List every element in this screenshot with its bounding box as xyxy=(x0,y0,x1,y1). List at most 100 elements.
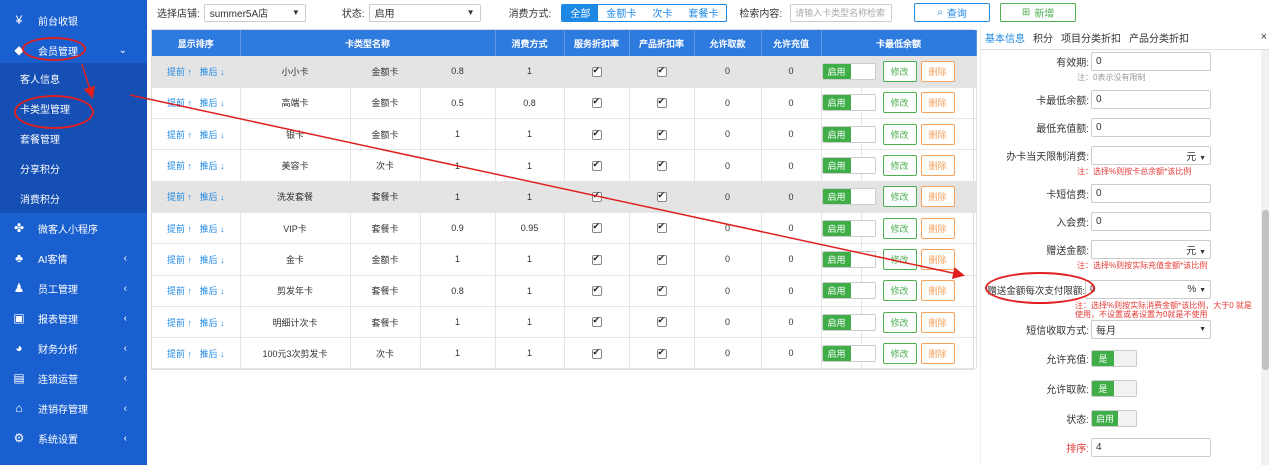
enable-toggle[interactable]: 启用 xyxy=(821,94,876,112)
move-down-link[interactable]: 推后 ↓ xyxy=(200,161,225,171)
move-down-link[interactable]: 推后 ↓ xyxy=(200,67,225,77)
edit-button[interactable]: 修改 xyxy=(882,186,917,208)
gift-limit-unit-select[interactable]: % ▼ xyxy=(1187,284,1206,295)
status-select[interactable]: 启用 ▼ xyxy=(368,3,481,22)
move-up-link[interactable]: 提前 ↑ xyxy=(167,98,192,108)
checkbox[interactable] xyxy=(591,159,602,171)
move-up-link[interactable]: 提前 ↑ xyxy=(167,130,192,140)
move-up-link[interactable]: 提前 ↑ xyxy=(167,161,192,171)
tab-amount-card[interactable]: 金额卡 xyxy=(598,5,644,21)
sidebar-subitem-customer-info[interactable]: 客人信息 xyxy=(0,63,147,93)
allow-recharge-toggle[interactable]: 是 xyxy=(1091,350,1137,367)
checkbox[interactable] xyxy=(591,284,602,297)
checkbox[interactable] xyxy=(591,221,602,234)
delete-button[interactable]: 删除 xyxy=(920,342,955,364)
move-down-link[interactable]: 推后 ↓ xyxy=(200,130,225,140)
sidebar-subitem-package[interactable]: 套餐管理 xyxy=(0,123,147,153)
move-up-link[interactable]: 提前 ↑ xyxy=(167,224,192,234)
checkbox[interactable] xyxy=(656,284,667,297)
move-up-link[interactable]: 提前 ↑ xyxy=(167,67,192,77)
gift-amount-unit-select[interactable]: 元 ▼ xyxy=(1186,242,1206,257)
edit-button[interactable]: 修改 xyxy=(882,92,917,114)
close-icon[interactable]: × xyxy=(1261,31,1267,43)
enable-toggle[interactable]: 启用 xyxy=(821,250,876,268)
gift-limit-input[interactable]: 0 % ▼ xyxy=(1085,280,1211,299)
tab-points[interactable]: 积分 xyxy=(1033,30,1053,45)
move-up-link[interactable]: 提前 ↑ xyxy=(167,192,192,202)
move-down-link[interactable]: 推后 ↓ xyxy=(200,255,225,265)
delete-button[interactable]: 删除 xyxy=(920,92,955,114)
edit-button[interactable]: 修改 xyxy=(882,248,917,270)
edit-button[interactable]: 修改 xyxy=(882,217,917,239)
checkbox[interactable] xyxy=(656,128,667,140)
move-up-link[interactable]: 提前 ↑ xyxy=(167,318,192,328)
checkbox[interactable] xyxy=(591,347,602,359)
checkbox[interactable] xyxy=(591,190,602,203)
edit-button[interactable]: 修改 xyxy=(882,60,917,82)
daily-limit-input[interactable]: 元 ▼ xyxy=(1091,146,1211,165)
tab-count-card[interactable]: 次卡 xyxy=(644,5,680,21)
sidebar-item-cashier[interactable]: ¥ 前台收银 xyxy=(0,0,147,37)
enable-toggle[interactable]: 启用 xyxy=(821,157,876,175)
move-down-link[interactable]: 推后 ↓ xyxy=(200,98,225,108)
sidebar-item-finance[interactable]: ◕ 财务分析 ‹ xyxy=(0,333,147,363)
delete-button[interactable]: 删除 xyxy=(920,155,955,177)
delete-button[interactable]: 删除 xyxy=(920,311,955,333)
tab-package-card[interactable]: 套餐卡 xyxy=(680,5,726,21)
move-down-link[interactable]: 推后 ↓ xyxy=(200,192,225,202)
min-balance-input[interactable]: 0 xyxy=(1091,90,1211,109)
sidebar-item-settings[interactable]: ⚙ 系统设置 ‹ xyxy=(0,423,147,453)
store-select[interactable]: summer5A店 ▼ xyxy=(203,3,306,22)
delete-button[interactable]: 删除 xyxy=(920,217,955,239)
enable-toggle[interactable]: 启用 xyxy=(821,313,876,331)
checkbox[interactable] xyxy=(656,315,667,328)
edit-button[interactable]: 修改 xyxy=(882,123,917,145)
sms-mode-select[interactable]: 每月 ▼ xyxy=(1091,320,1211,339)
delete-button[interactable]: 删除 xyxy=(920,248,955,270)
delete-button[interactable]: 删除 xyxy=(920,186,955,208)
sidebar-item-staff[interactable]: ♟ 员工管理 ‹ xyxy=(0,273,147,303)
checkbox[interactable] xyxy=(656,253,667,265)
daily-limit-unit-select[interactable]: 元 ▼ xyxy=(1186,148,1206,163)
sidebar-item-inventory[interactable]: ⌂ 进销存管理 ‹ xyxy=(0,393,147,423)
checkbox[interactable] xyxy=(591,96,602,109)
add-button[interactable]: ⊞ 新增 xyxy=(1000,3,1077,22)
checkbox[interactable] xyxy=(591,128,602,140)
delete-button[interactable]: 删除 xyxy=(920,123,955,145)
allow-withdraw-toggle[interactable]: 是 xyxy=(1091,380,1137,397)
tab-project-discount[interactable]: 项目分类折扣 xyxy=(1061,30,1121,45)
sidebar-item-report[interactable]: ▣ 报表管理 ‹ xyxy=(0,303,147,333)
checkbox[interactable] xyxy=(591,65,602,77)
move-down-link[interactable]: 推后 ↓ xyxy=(200,349,225,359)
checkbox[interactable] xyxy=(656,347,667,359)
validity-input[interactable]: 0 xyxy=(1091,52,1211,71)
tab-basic-info[interactable]: 基本信息 xyxy=(985,30,1025,45)
edit-button[interactable]: 修改 xyxy=(882,311,917,333)
delete-button[interactable]: 删除 xyxy=(920,60,955,82)
move-up-link[interactable]: 提前 ↑ xyxy=(167,286,192,296)
sidebar-item-miniprogram[interactable]: ✤ 微客人小程序 xyxy=(0,213,147,243)
enable-toggle[interactable]: 启用 xyxy=(821,62,876,80)
edit-button[interactable]: 修改 xyxy=(882,280,917,302)
join-fee-input[interactable]: 0 xyxy=(1091,212,1211,231)
checkbox[interactable] xyxy=(656,159,667,171)
enable-toggle[interactable]: 启用 xyxy=(821,219,876,237)
checkbox[interactable] xyxy=(591,315,602,328)
sidebar-subitem-share-points[interactable]: 分享积分 xyxy=(0,153,147,183)
move-up-link[interactable]: 提前 ↑ xyxy=(167,349,192,359)
min-recharge-input[interactable]: 0 xyxy=(1091,118,1211,137)
sidebar-item-chain[interactable]: ▤ 连锁运营 ‹ xyxy=(0,363,147,393)
sidebar-item-ai[interactable]: ♣ AI客情 ‹ xyxy=(0,243,147,273)
checkbox[interactable] xyxy=(656,65,667,77)
panel-scrollbar[interactable] xyxy=(1261,50,1269,465)
enable-toggle[interactable]: 启用 xyxy=(821,282,876,300)
tab-all[interactable]: 全部 xyxy=(562,4,599,21)
tab-product-discount[interactable]: 产品分类折扣 xyxy=(1129,30,1189,45)
delete-button[interactable]: 删除 xyxy=(920,280,955,302)
status-toggle[interactable]: 启用 xyxy=(1091,410,1137,427)
move-up-link[interactable]: 提前 ↑ xyxy=(167,255,192,265)
move-down-link[interactable]: 推后 ↓ xyxy=(200,224,225,234)
order-input[interactable]: 4 xyxy=(1091,438,1211,457)
gift-amount-input[interactable]: 元 ▼ xyxy=(1091,240,1211,259)
query-button[interactable]: ⌕ 查询 xyxy=(914,3,991,22)
